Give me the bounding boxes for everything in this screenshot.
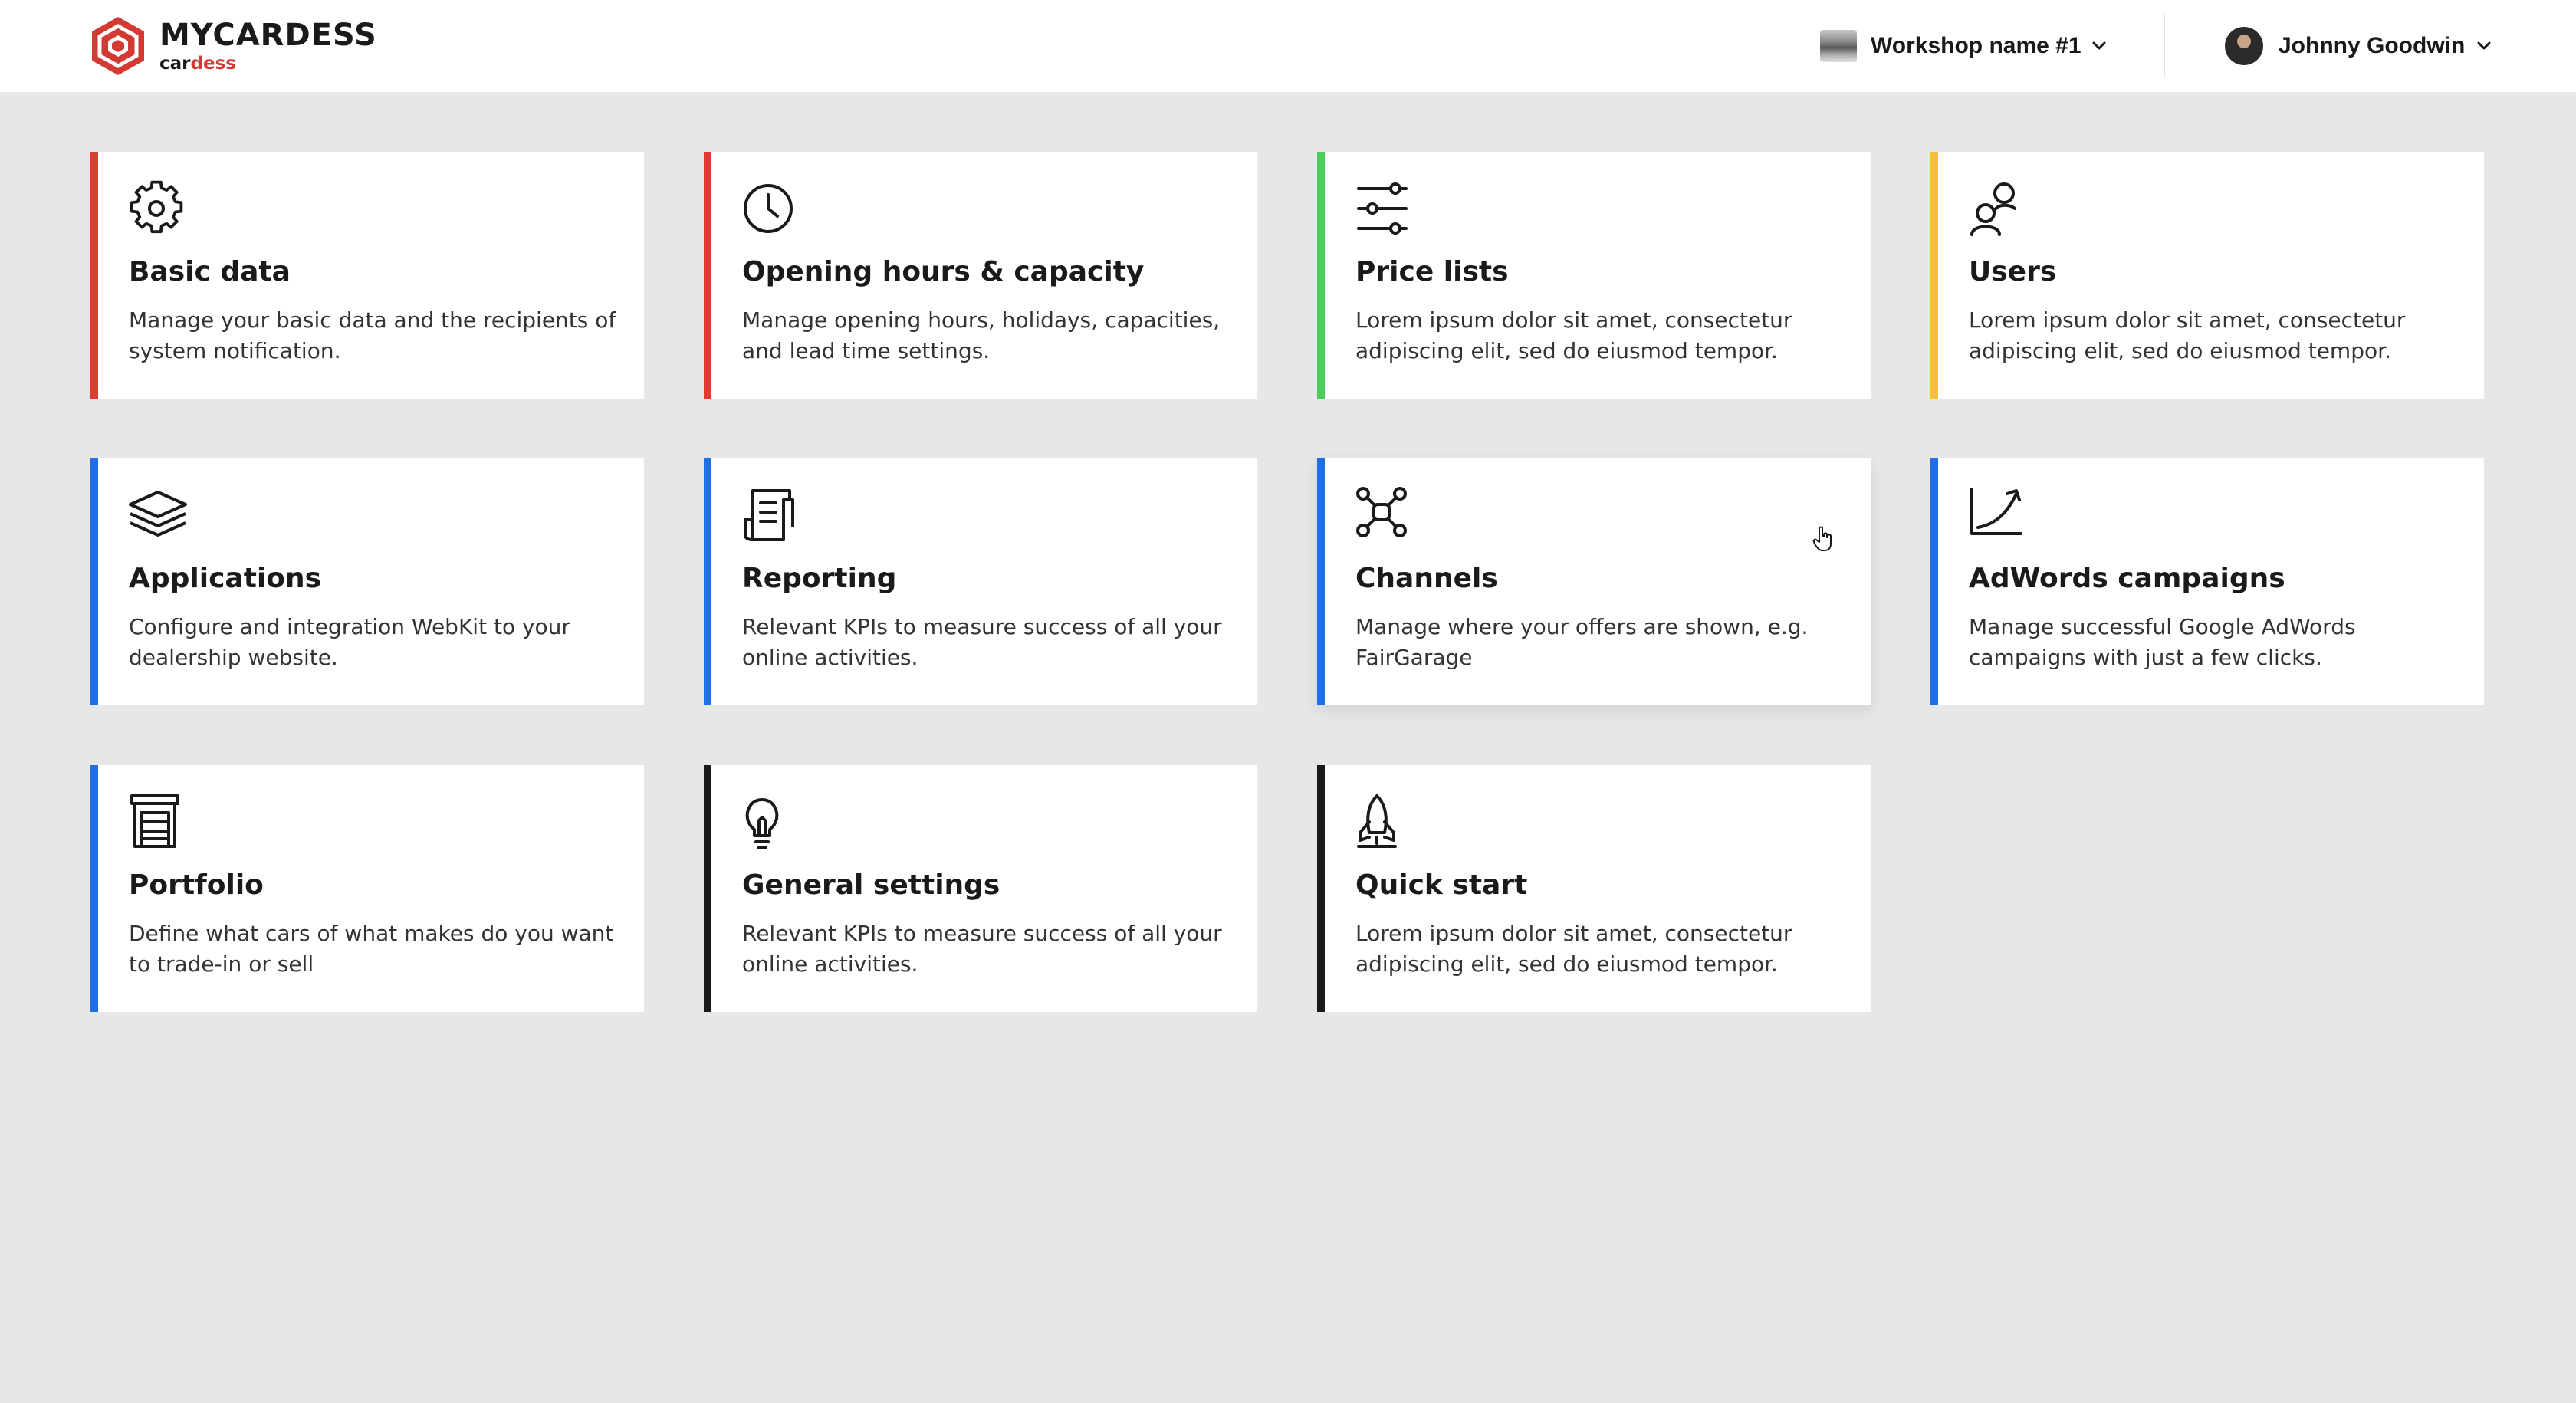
- card-applications[interactable]: Applications Configure and integration W…: [90, 458, 644, 705]
- workshop-thumbnail: [1820, 30, 1857, 62]
- header-divider: [2164, 14, 2165, 78]
- avatar: [2225, 27, 2263, 65]
- chevron-down-icon: [2092, 41, 2106, 50]
- rocket-icon: [1355, 793, 1414, 851]
- user-name: Johnny Goodwin: [2279, 33, 2466, 58]
- card-basic-data[interactable]: Basic data Manage your basic data and th…: [90, 152, 644, 399]
- sliders-icon: [1355, 179, 1414, 238]
- card-description: Lorem ipsum dolor sit amet, consectetur …: [1355, 921, 1792, 977]
- card-title: Reporting: [742, 563, 897, 594]
- card-title: Basic data: [129, 256, 291, 288]
- growth-chart-icon: [1969, 486, 2027, 544]
- card-title: AdWords campaigns: [1969, 563, 2285, 594]
- card-channels[interactable]: Channels Manage where your offers are sh…: [1317, 458, 1871, 705]
- card-opening-hours[interactable]: Opening hours & capacity Manage opening …: [704, 152, 1257, 399]
- card-title: Opening hours & capacity: [742, 256, 1145, 288]
- brand-title: MYCARDESS: [159, 17, 377, 53]
- card-description: Relevant KPIs to measure success of all …: [742, 614, 1222, 670]
- card-users[interactable]: Users Lorem ipsum dolor sit amet, consec…: [1930, 152, 2484, 399]
- chevron-down-icon: [2477, 41, 2491, 50]
- card-title: General settings: [742, 869, 1001, 901]
- garage-icon: [129, 793, 187, 851]
- users-icon: [1969, 179, 2027, 238]
- card-description: Define what cars of what makes do you wa…: [129, 921, 614, 977]
- card-description: Manage opening hours, holidays, capaciti…: [742, 307, 1221, 363]
- card-description: Lorem ipsum dolor sit amet, consectetur …: [1969, 307, 2406, 363]
- hand-cursor-icon: [1812, 526, 1832, 551]
- card-title: Price lists: [1355, 256, 1509, 288]
- card-general-settings[interactable]: General settings Relevant KPIs to measur…: [704, 765, 1257, 1012]
- brand-subtitle: cardess: [159, 53, 236, 74]
- card-title: Users: [1969, 256, 2057, 288]
- card-adwords-campaigns[interactable]: AdWords campaigns Manage successful Goog…: [1930, 458, 2484, 705]
- workshop-selector[interactable]: Workshop name #1: [1820, 23, 2108, 69]
- logo-hexagon-icon: [92, 17, 144, 75]
- card-description: Configure and integration WebKit to your…: [129, 614, 570, 670]
- workshop-name: Workshop name #1: [1871, 33, 2082, 58]
- layers-icon: [129, 486, 187, 544]
- card-title: Applications: [129, 563, 322, 594]
- lightbulb-icon: [742, 793, 800, 851]
- top-bar: MYCARDESS cardess Workshop name #1 Johnn…: [0, 0, 2576, 92]
- report-icon: [742, 486, 800, 544]
- card-description: Relevant KPIs to measure success of all …: [742, 921, 1222, 977]
- card-description: Manage successful Google AdWords campaig…: [1969, 614, 2356, 670]
- gear-icon: [129, 179, 187, 238]
- card-description: Lorem ipsum dolor sit amet, consectetur …: [1355, 307, 1792, 363]
- brand-logo[interactable]: MYCARDESS cardess: [90, 15, 377, 77]
- card-price-lists[interactable]: Price lists Lorem ipsum dolor sit amet, …: [1317, 152, 1871, 399]
- card-title: Channels: [1355, 563, 1498, 594]
- card-title: Quick start: [1355, 869, 1528, 901]
- card-quick-start[interactable]: Quick start Lorem ipsum dolor sit amet, …: [1317, 765, 1871, 1012]
- clock-icon: [742, 179, 800, 238]
- card-reporting[interactable]: Reporting Relevant KPIs to measure succe…: [704, 458, 1257, 705]
- card-title: Portfolio: [129, 869, 264, 901]
- card-portfolio[interactable]: Portfolio Define what cars of what makes…: [90, 765, 644, 1012]
- user-menu[interactable]: Johnny Goodwin: [2225, 23, 2492, 69]
- card-description: Manage your basic data and the recipient…: [129, 307, 616, 363]
- network-icon: [1355, 486, 1414, 544]
- card-description: Manage where your offers are shown, e.g.…: [1355, 614, 1809, 670]
